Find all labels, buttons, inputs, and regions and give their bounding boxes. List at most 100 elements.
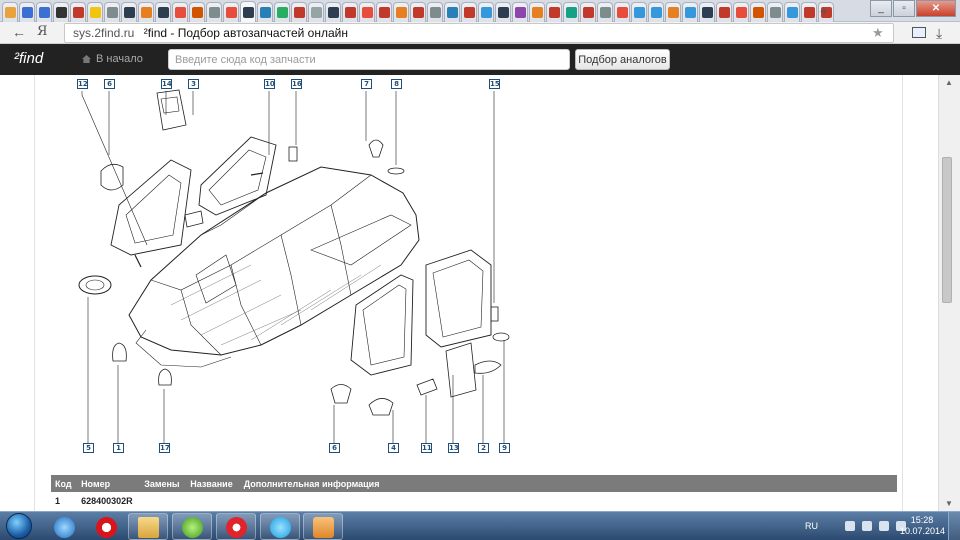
browser-tab[interactable]	[478, 2, 494, 22]
home-link[interactable]: В начало	[82, 53, 143, 65]
browser-tab[interactable]	[189, 2, 205, 22]
browser-tab[interactable]	[138, 2, 154, 22]
find-analogs-button[interactable]: Подбор аналогов	[575, 49, 670, 70]
browser-tab[interactable]	[563, 2, 579, 22]
part-callout-label[interactable]: 5	[83, 443, 94, 453]
browser-tab[interactable]	[223, 2, 239, 22]
browser-tab[interactable]	[155, 2, 171, 22]
part-callout-label[interactable]: 1	[113, 443, 124, 453]
back-arrow-icon[interactable]: ←	[12, 24, 26, 40]
browser-tab[interactable]	[172, 2, 188, 22]
part-callout-label[interactable]: 6	[104, 79, 115, 89]
browser-tab[interactable]	[631, 2, 647, 22]
cast-icon[interactable]	[912, 27, 926, 38]
browser-tab[interactable]	[19, 2, 35, 22]
browser-tab[interactable]	[767, 2, 783, 22]
site-logo[interactable]: ²find	[14, 50, 43, 67]
yandex-icon[interactable]: Я	[37, 24, 48, 39]
browser-tab[interactable]	[682, 2, 698, 22]
browser-tab[interactable]	[801, 2, 817, 22]
browser-tab[interactable]	[648, 2, 664, 22]
browser-tab[interactable]	[699, 2, 715, 22]
browser-tab[interactable]	[376, 2, 392, 22]
browser-tab[interactable]	[427, 2, 443, 22]
url-field[interactable]: sys.2find.ru ²find - Подбор автозапчасте…	[64, 23, 894, 43]
browser-tab[interactable]	[614, 2, 630, 22]
browser-tab[interactable]	[665, 2, 681, 22]
signal-icon[interactable]	[862, 521, 872, 531]
part-callout-label[interactable]: 6	[329, 443, 340, 453]
browser-tab[interactable]	[580, 2, 596, 22]
browser-tab[interactable]	[87, 2, 103, 22]
new-tab-button[interactable]: +	[820, 3, 828, 19]
opera-taskbar-button[interactable]	[86, 513, 126, 540]
table-header-cell[interactable]: Дополнительная информация	[239, 475, 897, 492]
part-code-search-input[interactable]	[168, 49, 570, 70]
language-indicator[interactable]: RU	[805, 521, 818, 531]
flag-icon[interactable]	[845, 521, 855, 531]
browser-tab[interactable]	[291, 2, 307, 22]
close-window-button[interactable]: ✕	[916, 0, 956, 17]
table-header-cell[interactable]: Код	[51, 475, 78, 492]
browser-tab[interactable]	[597, 2, 613, 22]
part-callout-label[interactable]: 11	[421, 443, 432, 453]
browser-tab[interactable]	[121, 2, 137, 22]
browser-tab[interactable]	[70, 2, 86, 22]
browser-tab[interactable]	[308, 2, 324, 22]
table-header-cell[interactable]: Название	[186, 475, 240, 492]
part-callout-label[interactable]: 4	[388, 443, 399, 453]
minimize-button[interactable]: _	[870, 0, 892, 17]
part-callout-label[interactable]: 15	[489, 79, 500, 89]
browser-tab[interactable]	[784, 2, 800, 22]
browser-tab[interactable]	[36, 2, 52, 22]
download-icon[interactable]: ⤓	[936, 25, 942, 42]
browser-tab[interactable]	[529, 2, 545, 22]
browser-tab[interactable]	[410, 2, 426, 22]
media-player-taskbar-button[interactable]	[303, 513, 343, 540]
bookmark-star-icon[interactable]: ★	[872, 25, 884, 41]
browser-tab[interactable]	[716, 2, 732, 22]
browser-tab[interactable]	[53, 2, 69, 22]
browser-tab[interactable]	[206, 2, 222, 22]
browser-tab[interactable]	[444, 2, 460, 22]
ie-taskbar-button[interactable]	[44, 513, 84, 540]
browser-tab[interactable]	[750, 2, 766, 22]
scrollbar-thumb[interactable]	[942, 157, 952, 303]
browser-tab[interactable]	[359, 2, 375, 22]
page-scrollbar[interactable]: ▲ ▼	[938, 75, 960, 511]
part-callout-label[interactable]: 13	[448, 443, 459, 453]
part-callout-label[interactable]: 12	[77, 79, 88, 89]
browser-tab[interactable]	[733, 2, 749, 22]
yandex-browser-taskbar-button[interactable]	[216, 513, 256, 540]
scroll-up-arrow-icon[interactable]: ▲	[945, 78, 953, 87]
system-clock[interactable]: 15:28 10.07.2014	[900, 515, 945, 537]
table-header-cell[interactable]: Замены	[140, 475, 187, 492]
scroll-down-arrow-icon[interactable]: ▼	[945, 499, 953, 508]
browser-tab[interactable]	[512, 2, 528, 22]
part-callout-label[interactable]: 8	[391, 79, 402, 89]
browser-tab[interactable]	[240, 1, 256, 22]
maximize-button[interactable]: ▫	[893, 0, 915, 17]
browser-tab[interactable]	[325, 2, 341, 22]
part-callout-label[interactable]: 9	[499, 443, 510, 453]
part-callout-label[interactable]: 10	[264, 79, 275, 89]
start-button[interactable]	[6, 513, 32, 539]
browser-tab[interactable]	[274, 2, 290, 22]
part-callout-label[interactable]: 16	[291, 79, 302, 89]
part-callout-label[interactable]: 14	[161, 79, 172, 89]
part-callout-label[interactable]: 7	[361, 79, 372, 89]
part-callout-label[interactable]: 3	[188, 79, 199, 89]
part-callout-label[interactable]: 2	[478, 443, 489, 453]
utorrent-taskbar-button[interactable]	[172, 513, 212, 540]
browser-tab[interactable]	[495, 2, 511, 22]
browser-tab[interactable]	[461, 2, 477, 22]
browser-tab[interactable]	[257, 2, 273, 22]
skype-taskbar-button[interactable]	[260, 513, 300, 540]
browser-tab[interactable]	[546, 2, 562, 22]
show-desktop-button[interactable]	[948, 512, 960, 540]
part-callout-label[interactable]: 17	[159, 443, 170, 453]
browser-tab[interactable]	[393, 2, 409, 22]
browser-tab[interactable]	[342, 2, 358, 22]
browser-tab[interactable]	[104, 2, 120, 22]
network-icon[interactable]	[879, 521, 889, 531]
